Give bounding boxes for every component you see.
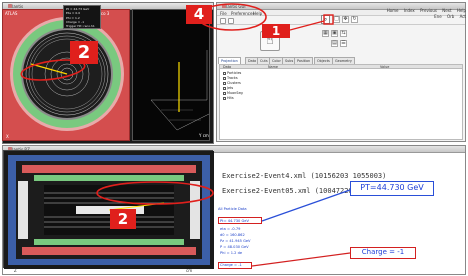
3d-projection-view[interactable]: Y cm bbox=[132, 9, 210, 141]
tree-item[interactable]: Particles bbox=[223, 71, 241, 75]
toolbar-layout-icon[interactable] bbox=[228, 18, 234, 24]
nav-link-ene[interactable]: Ene bbox=[434, 14, 442, 19]
checkbox-icon[interactable] bbox=[223, 81, 226, 85]
menu-file[interactable]: File bbox=[220, 11, 227, 16]
checkbox-icon[interactable] bbox=[223, 91, 226, 95]
list-icon[interactable]: ☰ bbox=[340, 40, 347, 47]
nav-links-top: Home Index Previous Next Help bbox=[383, 8, 466, 13]
track-info-line: Pz = 41.945 GeV bbox=[220, 239, 251, 243]
toolbar bbox=[217, 17, 465, 25]
detector-rings bbox=[10, 17, 124, 131]
checkbox-icon[interactable] bbox=[223, 96, 226, 100]
data-tree: Particles Tracks Clusters Jets MuonSeg H… bbox=[219, 69, 463, 140]
sync-icon[interactable]: ⇆ bbox=[340, 30, 347, 37]
checkbox-icon[interactable] bbox=[223, 86, 226, 90]
charge-callout: Charge = -1 bbox=[350, 247, 416, 259]
charge-highlight-box bbox=[218, 262, 252, 269]
tab-objects[interactable]: Objects bbox=[314, 57, 333, 64]
track-info-line: eta = -0.79 bbox=[220, 227, 241, 231]
rz-projection-view[interactable] bbox=[3, 150, 214, 269]
track-info-line: P = 48.030 GeV bbox=[220, 245, 249, 249]
track-info-title: All Particle Data bbox=[218, 207, 247, 211]
toolbar-mode-icon[interactable] bbox=[220, 18, 226, 24]
menu-help[interactable]: Help bbox=[253, 11, 262, 16]
close-icon[interactable] bbox=[222, 4, 226, 8]
track-info-popup: Pt = 44.73 GeV Eta = 0.0 Phi = 1.2 Charg… bbox=[63, 5, 101, 29]
tree-item[interactable]: Hits bbox=[223, 96, 234, 100]
xy-axis-label: X bbox=[6, 134, 9, 139]
move-icon[interactable]: ✥ bbox=[342, 16, 349, 23]
event-file-line: Exercise2-Event4.xml (10156203 1055003) bbox=[222, 172, 387, 180]
nav-links-bottom: Ene Orb Act bbox=[430, 14, 466, 19]
tree-item[interactable]: Clusters bbox=[223, 81, 241, 85]
rz-axis-label-right: cm bbox=[186, 268, 193, 273]
tab-projection[interactable]: Projection bbox=[218, 57, 241, 64]
magnifier-icon: ⌕ bbox=[323, 16, 328, 23]
nav-link-next[interactable]: Next bbox=[442, 8, 451, 13]
step-badge-2: 2 bbox=[70, 41, 98, 64]
tab-bar: Projection Data Cuts Color Subs Position… bbox=[218, 57, 464, 64]
track-info-line: d0 = 160.862 bbox=[220, 233, 245, 237]
tab-geometry[interactable]: Geometry bbox=[332, 57, 355, 64]
menu-preferences[interactable]: Preferences bbox=[231, 11, 255, 16]
checkbox-icon[interactable] bbox=[223, 76, 226, 80]
nav-link-act[interactable]: Act bbox=[460, 14, 466, 19]
3d-axes-grid bbox=[150, 50, 210, 131]
rz-detector-layout bbox=[4, 151, 214, 269]
tree-item[interactable]: Jets bbox=[223, 86, 233, 90]
zoom-button[interactable]: ⌕ bbox=[321, 15, 330, 24]
3d-axis-label: Y cm bbox=[199, 133, 209, 138]
pt-callout: PT=44.730 GeV bbox=[350, 181, 434, 196]
tree-item[interactable]: MuonSeg bbox=[223, 91, 243, 95]
checkbox-icon[interactable] bbox=[223, 71, 226, 75]
nav-link-index[interactable]: Index bbox=[404, 8, 415, 13]
fit-icon[interactable]: ▣ bbox=[331, 30, 338, 37]
nav-link-orb[interactable]: Orb bbox=[447, 14, 454, 19]
step-badge-2: 2 bbox=[110, 209, 136, 229]
tree-item[interactable]: Tracks bbox=[223, 76, 238, 80]
grid-icon[interactable]: ▦ bbox=[322, 30, 329, 37]
rz-axis-label-left: Z bbox=[14, 268, 17, 273]
pt-highlight-box bbox=[218, 217, 262, 224]
nav-link-home[interactable]: Home bbox=[387, 8, 399, 13]
popup-line: Trigger Hit: reco.h1 bbox=[66, 24, 95, 29]
tab-position[interactable]: Position bbox=[294, 57, 314, 64]
layers-icon[interactable]: ▤ bbox=[331, 40, 338, 47]
step-badge-1: 1 bbox=[262, 24, 290, 38]
step-badge-4: 4 bbox=[186, 5, 212, 24]
close-icon[interactable] bbox=[8, 4, 12, 8]
nav-link-help[interactable]: Help bbox=[457, 8, 466, 13]
rotate-icon[interactable]: ↻ bbox=[351, 16, 358, 23]
rubberband-icon[interactable]: □ bbox=[333, 16, 340, 23]
nav-link-previous[interactable]: Previous bbox=[420, 8, 437, 13]
track-info-line: Phi = 1.2 de bbox=[220, 251, 243, 255]
